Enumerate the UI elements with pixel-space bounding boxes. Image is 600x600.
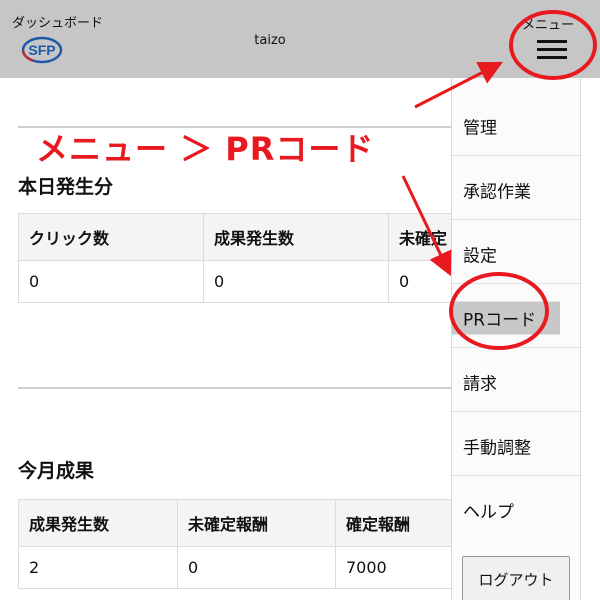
today-section-title: 本日発生分 (18, 176, 114, 198)
today-stats-table: クリック数 成果発生数 未確定 0 0 0 (18, 213, 471, 303)
menu-item-label: ヘルプ (463, 502, 514, 523)
hamburger-menu-icon[interactable] (537, 38, 569, 62)
menu-item-help[interactable]: ヘルプ (452, 476, 580, 540)
table-header-row: クリック数 成果発生数 未確定 (18, 213, 471, 261)
side-menu: 管理 承認作業 設定 PRコード 請求 手動調整 ヘルプ ログアウト (451, 78, 581, 600)
column-header: 未確定報酬 (177, 499, 336, 547)
month-section-title: 今月成果 (18, 460, 95, 482)
menu-item-label: 設定 (463, 246, 497, 267)
menu-item-manual-adjust[interactable]: 手動調整 (452, 412, 580, 476)
column-header: 成果発生数 (18, 499, 178, 547)
column-header: 成果発生数 (203, 213, 389, 261)
menu-item-label: 手動調整 (463, 438, 531, 459)
section-divider (18, 387, 452, 389)
menu-item-pr-code[interactable]: PRコード (452, 284, 580, 348)
menu-item-settings[interactable]: 設定 (452, 220, 580, 284)
month-stats-table: 成果発生数 未確定報酬 確定報酬 2 0 7000 (18, 499, 471, 589)
column-header: クリック数 (18, 213, 204, 261)
table-cell: 2 (18, 546, 178, 589)
menu-item-management[interactable]: 管理 (452, 92, 580, 156)
menu-label: メニュー (522, 18, 575, 33)
dashboard-main: 本日発生分 クリック数 成果発生数 未確定 0 0 0 今月成果 成果発生数 未… (0, 78, 471, 600)
table-row: 2 0 7000 (18, 546, 471, 589)
table-header-row: 成果発生数 未確定報酬 確定報酬 (18, 499, 471, 547)
table-cell: 0 (177, 546, 336, 589)
table-cell: 0 (203, 260, 389, 303)
table-row: 0 0 0 (18, 260, 471, 303)
table-cell: 0 (18, 260, 204, 303)
menu-item-billing[interactable]: 請求 (452, 348, 580, 412)
username-label: taizo (254, 33, 286, 48)
app-header: ダッシュボード SFP taizo メニュー (0, 0, 600, 78)
menu-item-label: PRコード (452, 301, 561, 335)
menu-item-label: 管理 (463, 118, 497, 139)
menu-item-label: 承認作業 (463, 182, 531, 203)
menu-item-label: 請求 (463, 374, 497, 395)
logout-button[interactable]: ログアウト (462, 556, 570, 600)
section-divider (18, 126, 452, 128)
menu-item-approval[interactable]: 承認作業 (452, 156, 580, 220)
dashboard-title: ダッシュボード (12, 16, 104, 31)
